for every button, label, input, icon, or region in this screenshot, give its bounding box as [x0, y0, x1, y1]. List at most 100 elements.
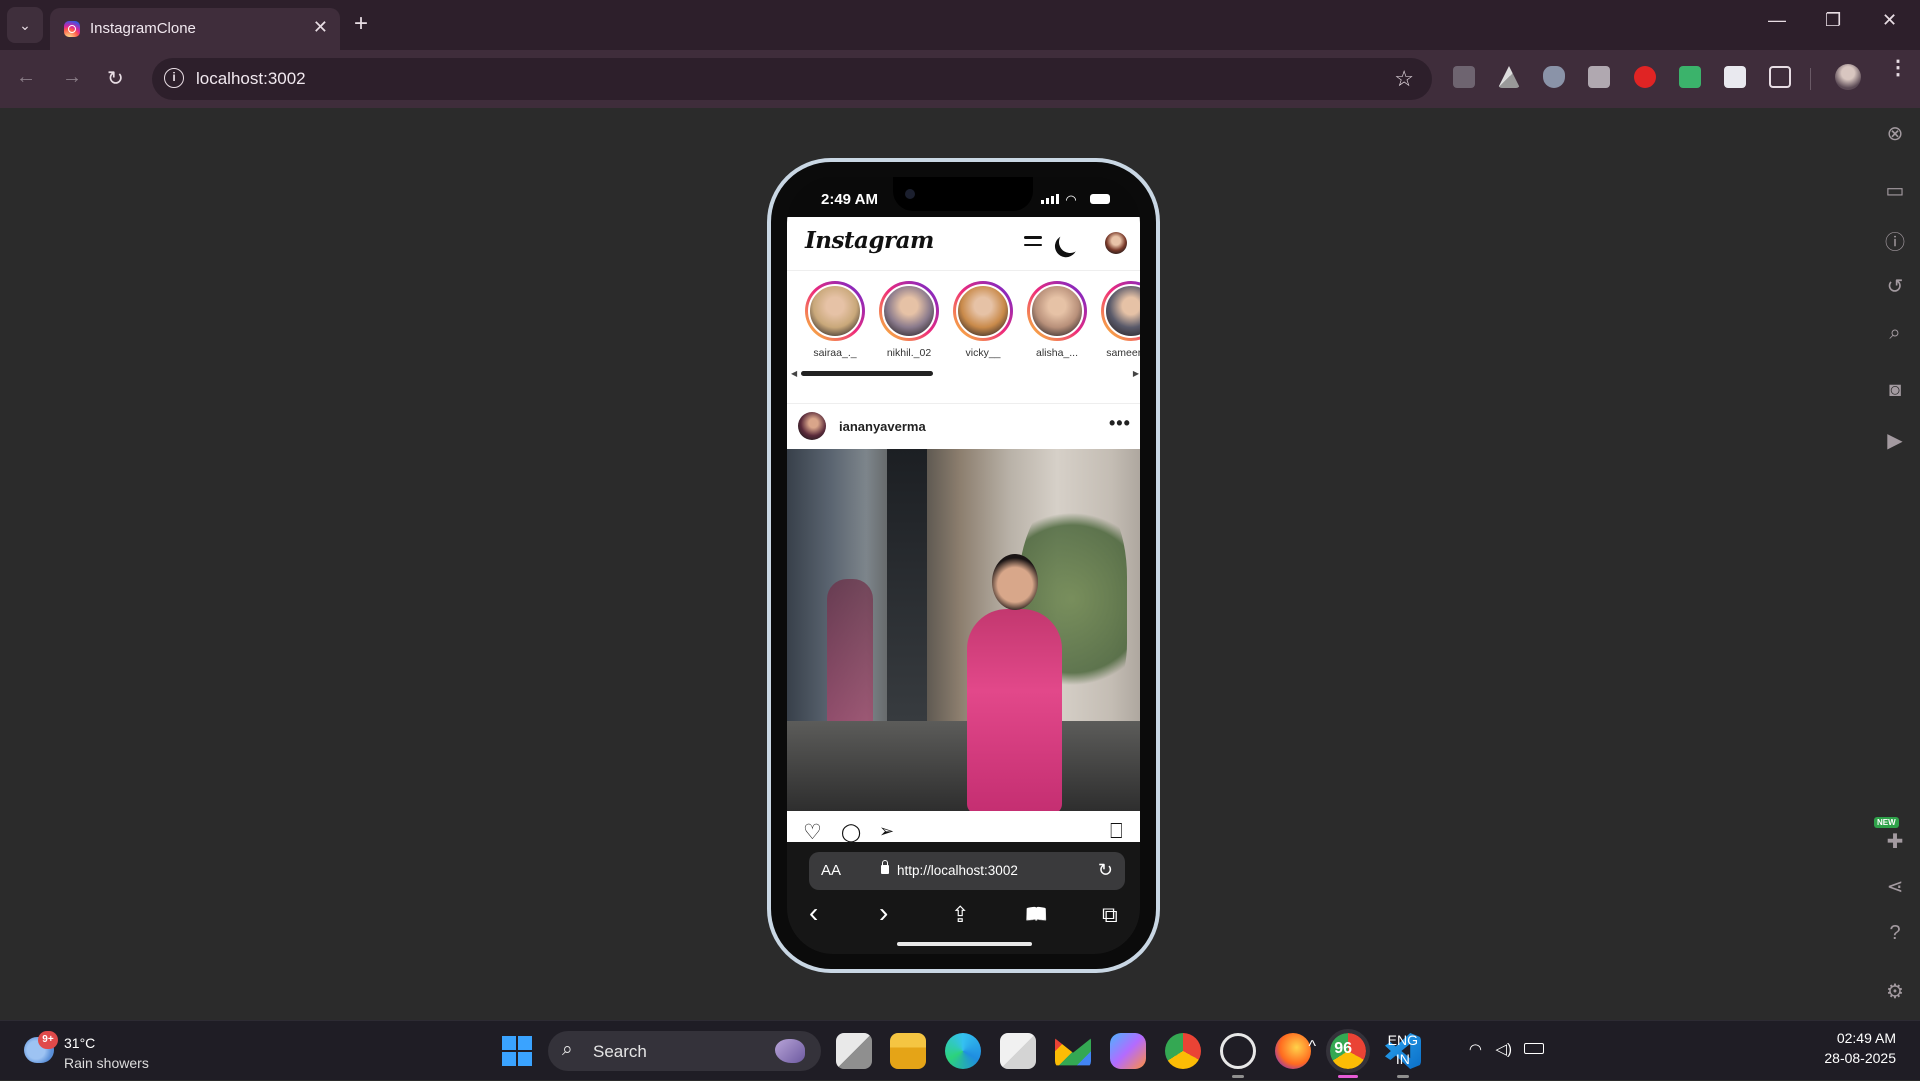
- bookmark-star-icon[interactable]: ☆: [1394, 66, 1414, 92]
- show-hidden-icons-chevron[interactable]: ^: [1308, 1038, 1316, 1056]
- share-icon[interactable]: ⋖: [1880, 874, 1910, 904]
- chatgpt-icon[interactable]: [1220, 1033, 1256, 1069]
- extension-icon[interactable]: [1724, 66, 1746, 88]
- reload-button[interactable]: ↻: [107, 66, 124, 91]
- post-author-avatar[interactable]: [798, 412, 826, 440]
- phone-status-bar: 2:49 AM ◠: [787, 177, 1140, 217]
- start-windows-icon[interactable]: [502, 1036, 532, 1066]
- story-item[interactable]: nikhil._02: [879, 281, 939, 359]
- photo-shape: [827, 579, 873, 739]
- shield-extension-icon[interactable]: [1543, 66, 1565, 88]
- instagram-logo[interactable]: Instagram: [805, 227, 934, 254]
- photo-shape: [887, 449, 927, 749]
- bookmark-save-icon[interactable]: ⎕: [1110, 820, 1123, 842]
- taskbar-search[interactable]: ⌕ Search: [548, 1031, 821, 1071]
- help-icon[interactable]: ?: [1880, 922, 1910, 952]
- screenshot-icon[interactable]: ◙: [1880, 379, 1910, 409]
- story-username: alisha_...: [1035, 347, 1079, 359]
- status-time: 2:49 AM: [821, 191, 878, 208]
- stories-scrollbar[interactable]: ◀ ▶: [791, 368, 1140, 378]
- story-item[interactable]: sairaa_._: [805, 281, 865, 359]
- dark-mode-moon-icon[interactable]: [1057, 229, 1084, 256]
- more-options-icon[interactable]: •••: [1109, 413, 1131, 434]
- wifi-icon[interactable]: ◠: [1469, 1040, 1482, 1058]
- extension-icon[interactable]: [1679, 66, 1701, 88]
- extensions-icon[interactable]: ✚ NEW: [1874, 817, 1910, 859]
- minimize-button[interactable]: —: [1768, 10, 1786, 31]
- close-icon[interactable]: ⊗: [1880, 121, 1910, 151]
- tab-list-button[interactable]: ⌄: [7, 7, 43, 43]
- puzzle-extensions-icon[interactable]: [1769, 66, 1791, 88]
- task-view-icon[interactable]: [836, 1033, 872, 1069]
- safari-tabs-icon[interactable]: ⧉: [1102, 902, 1118, 928]
- search-highlight-icon: [775, 1039, 805, 1063]
- safari-address-bar[interactable]: AA http://localhost:3002 ↻: [809, 852, 1125, 890]
- site-info-icon[interactable]: i: [164, 68, 184, 88]
- region-code: IN: [1395, 1051, 1410, 1067]
- scroll-right-icon[interactable]: ▶: [1133, 369, 1139, 378]
- battery-icon[interactable]: [1524, 1043, 1544, 1054]
- profile-avatar[interactable]: [1835, 64, 1861, 90]
- story-item[interactable]: vicky__: [953, 281, 1013, 359]
- rotate-icon[interactable]: ↺: [1880, 274, 1910, 304]
- clock[interactable]: 02:49 AM 28-08-2025: [1824, 1030, 1896, 1066]
- address-bar[interactable]: i localhost:3002 ☆: [152, 58, 1432, 100]
- story-username: sameer_...: [1106, 347, 1140, 359]
- chatgpt-running-indicator: [1232, 1075, 1244, 1078]
- post-username[interactable]: iananyaverma: [839, 419, 926, 434]
- firefox-icon[interactable]: [1275, 1033, 1311, 1069]
- post-header: iananyaverma •••: [787, 403, 1140, 449]
- safari-back-icon[interactable]: ‹: [809, 897, 818, 929]
- tray-counter[interactable]: 96: [1334, 1040, 1352, 1058]
- text-size-button[interactable]: AA: [821, 862, 841, 879]
- safari-url[interactable]: http://localhost:3002: [897, 863, 1018, 878]
- microsoft-store-icon[interactable]: [1000, 1033, 1036, 1069]
- share-send-icon[interactable]: ➢: [879, 821, 894, 842]
- extension-icon[interactable]: [1453, 66, 1475, 88]
- comment-icon[interactable]: ◯: [841, 822, 861, 842]
- user-avatar[interactable]: [1105, 232, 1127, 254]
- file-explorer-icon[interactable]: [890, 1033, 926, 1069]
- safari-bookmarks-icon[interactable]: 📖: [1025, 904, 1047, 925]
- browser-menu-icon[interactable]: ⋮: [1888, 58, 1908, 78]
- scrollbar-thumb[interactable]: [801, 371, 933, 376]
- post-photo[interactable]: [787, 449, 1140, 811]
- back-button[interactable]: ←: [16, 66, 36, 89]
- weather-temp: 31°C: [64, 1035, 96, 1051]
- tab-close-icon[interactable]: ✕: [313, 17, 328, 38]
- info-icon[interactable]: ⓘ: [1880, 226, 1910, 256]
- story-avatar: [956, 284, 1010, 338]
- story-item[interactable]: alisha_...: [1027, 281, 1087, 359]
- photo-shape: [787, 721, 1140, 811]
- menu-icon[interactable]: [1024, 236, 1042, 251]
- new-tab-button[interactable]: +: [354, 10, 368, 38]
- adblock-extension-icon[interactable]: [1634, 66, 1656, 88]
- drive-extension-icon[interactable]: [1498, 66, 1520, 88]
- safari-reload-icon[interactable]: ↻: [1098, 860, 1113, 881]
- edge-browser-icon[interactable]: [945, 1033, 981, 1069]
- status-icons: ◠: [1040, 192, 1110, 208]
- record-icon[interactable]: ▶: [1880, 428, 1910, 458]
- address-text[interactable]: localhost:3002: [196, 69, 306, 89]
- story-item[interactable]: sameer_...: [1101, 281, 1140, 359]
- safari-share-icon[interactable]: ⇪: [951, 902, 969, 928]
- post-actions: ♡ ◯ ➢ ⎕: [787, 811, 1140, 842]
- volume-icon[interactable]: ◁): [1495, 1040, 1512, 1058]
- gmail-icon[interactable]: [1055, 1038, 1091, 1066]
- safari-forward-icon[interactable]: ›: [879, 897, 888, 929]
- restore-button[interactable]: ❐: [1825, 10, 1841, 31]
- instagram-favicon-icon: [64, 21, 80, 37]
- scroll-left-icon[interactable]: ◀: [791, 369, 797, 378]
- extension-icon[interactable]: [1588, 66, 1610, 88]
- zoom-icon[interactable]: ⌕: [1880, 322, 1910, 352]
- devices-icon[interactable]: ▭: [1880, 178, 1910, 208]
- chrome-icon[interactable]: [1165, 1033, 1201, 1069]
- browser-tab[interactable]: InstagramClone ✕: [50, 8, 340, 50]
- language-indicator[interactable]: ENG IN: [1388, 1032, 1418, 1067]
- window-close-button[interactable]: ✕: [1882, 10, 1897, 31]
- like-heart-icon[interactable]: ♡: [803, 820, 822, 842]
- forward-button[interactable]: →: [62, 66, 82, 89]
- settings-icon[interactable]: ⚙: [1880, 979, 1910, 1009]
- story-avatar: [1030, 284, 1084, 338]
- copilot-icon[interactable]: [1110, 1033, 1146, 1069]
